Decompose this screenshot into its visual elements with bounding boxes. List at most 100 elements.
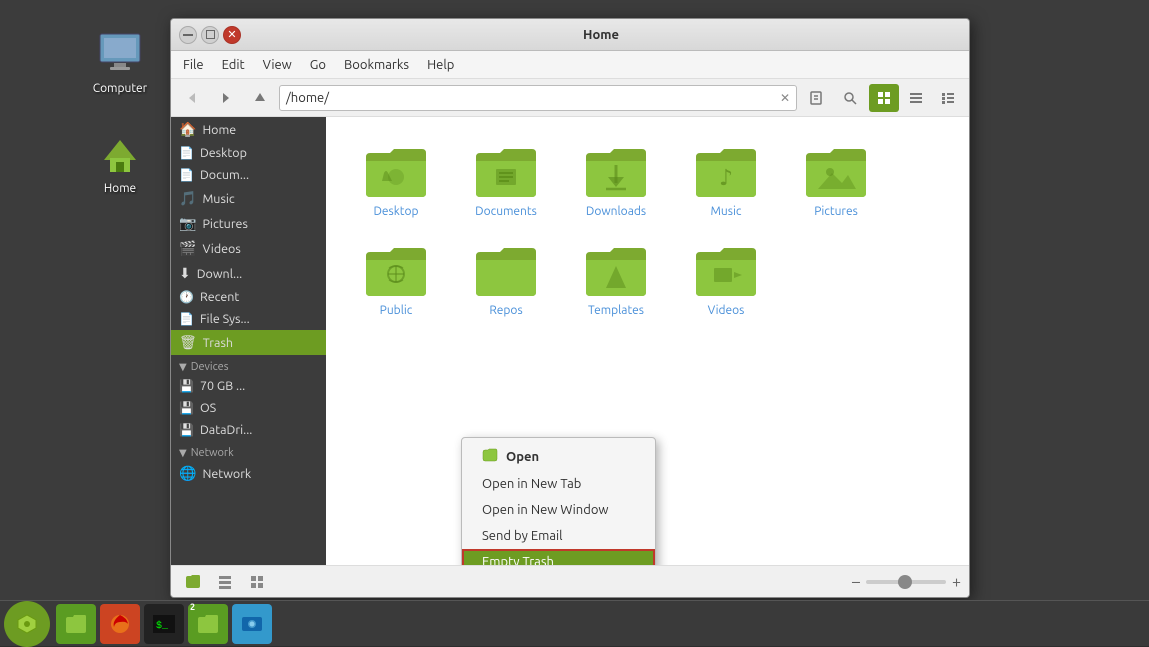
home-icon — [96, 130, 144, 178]
menu-file[interactable]: File — [175, 55, 212, 75]
taskbar-filemanager[interactable] — [56, 604, 96, 644]
menu-edit[interactable]: Edit — [214, 55, 253, 75]
folder-music-label: Music — [711, 205, 742, 218]
ctx-open-window[interactable]: Open in New Window — [462, 497, 655, 523]
taskbar-firefox[interactable] — [100, 604, 140, 644]
ctx-empty-trash-label: Empty Trash — [482, 555, 554, 565]
zoom-track[interactable] — [866, 580, 946, 584]
sidebar-videos-label: Videos — [202, 242, 240, 256]
network-arrow-icon: ▼ — [179, 447, 187, 459]
sidebar-devices-section[interactable]: ▼ Devices — [171, 355, 326, 375]
sidebar-item-desktop[interactable]: 📄 Desktop — [171, 142, 326, 164]
location-text: /home/ — [286, 91, 329, 105]
bookmark-button[interactable] — [801, 84, 831, 112]
ctx-open-label: Open — [506, 450, 539, 464]
pictures-sidebar-icon: 📷 — [179, 215, 196, 232]
back-button[interactable] — [177, 84, 207, 112]
folder-music[interactable]: ♪ Music — [676, 137, 776, 226]
sidebar-network-label: Network — [202, 467, 251, 481]
sidebar-item-documents[interactable]: 📄 Docum... — [171, 164, 326, 186]
up-button[interactable] — [245, 84, 275, 112]
open-folder-icon — [482, 448, 498, 465]
sidebar-documents-label: Docum... — [200, 168, 249, 182]
grid-view-button[interactable] — [869, 84, 899, 112]
restore-button[interactable] — [201, 26, 219, 44]
menu-help[interactable]: Help — [419, 55, 462, 75]
folder-downloads[interactable]: Downloads — [566, 137, 666, 226]
menu-view[interactable]: View — [255, 55, 300, 75]
drive-os-icon: 💾 — [179, 401, 194, 415]
sidebar-desktop-label: Desktop — [200, 146, 247, 160]
zoom-control: – + — [852, 573, 961, 591]
status-folders-button[interactable] — [179, 569, 207, 595]
menu-go[interactable]: Go — [302, 55, 334, 75]
list-view-button[interactable] — [933, 84, 963, 112]
sidebar-item-os[interactable]: 💾 OS — [171, 397, 326, 419]
taskbar-filemanager-2[interactable]: 2 — [188, 604, 228, 644]
desktop-sidebar-icon: 📄 — [179, 146, 194, 160]
desktop-icon-computer[interactable]: Computer — [80, 30, 160, 95]
devices-arrow-icon: ▼ — [179, 361, 187, 373]
forward-button[interactable] — [211, 84, 241, 112]
sidebar-item-network[interactable]: 🌐 Network — [171, 461, 326, 486]
status-list-button[interactable] — [211, 569, 239, 595]
sidebar-item-datadrive[interactable]: 💾 DataDri... — [171, 419, 326, 441]
sidebar-home-label: Home — [202, 123, 236, 137]
svg-text:$_: $_ — [156, 620, 169, 632]
compact-view-button[interactable] — [901, 84, 931, 112]
ctx-open-tab[interactable]: Open in New Tab — [462, 471, 655, 497]
folder-pictures[interactable]: Pictures — [786, 137, 886, 226]
clear-location-button[interactable]: ✕ — [780, 91, 790, 105]
network-section-label: Network — [191, 447, 234, 459]
sidebar-downloads-label: Downl... — [197, 267, 243, 281]
taskbar-screenshot[interactable] — [232, 604, 272, 644]
folder-desktop[interactable]: Desktop — [346, 137, 446, 226]
sidebar-item-filesystem[interactable]: 📄 File Sys... — [171, 308, 326, 330]
folder-documents-label: Documents — [475, 205, 537, 218]
taskbar-terminal[interactable]: $_ — [144, 604, 184, 644]
downloads-sidebar-icon: ⬇ — [179, 265, 191, 282]
sidebar-item-home[interactable]: 🏠 Home — [171, 117, 326, 142]
ctx-open[interactable]: Open — [462, 442, 655, 471]
drive-data-icon: 💾 — [179, 423, 194, 437]
folder-templates[interactable]: Templates — [566, 236, 666, 325]
zoom-minus[interactable]: – — [852, 573, 860, 591]
videos-sidebar-icon: 🎬 — [179, 240, 196, 257]
folder-templates-label: Templates — [588, 304, 644, 317]
folder-videos[interactable]: Videos — [676, 236, 776, 325]
menu-bookmarks[interactable]: Bookmarks — [336, 55, 417, 75]
sidebar-filesystem-label: File Sys... — [200, 312, 250, 326]
sidebar-item-videos[interactable]: 🎬 Videos — [171, 236, 326, 261]
sidebar-item-downloads[interactable]: ⬇ Downl... — [171, 261, 326, 286]
zoom-thumb[interactable] — [898, 575, 912, 589]
ctx-send-email-label: Send by Email — [482, 529, 563, 543]
window-title: Home — [241, 28, 961, 42]
sidebar-item-trash[interactable]: 🗑 Trash — [171, 330, 326, 355]
desktop-icon-home[interactable]: Home — [80, 130, 160, 195]
folder-repos-label: Repos — [489, 304, 522, 317]
folder-public-label: Public — [380, 304, 413, 317]
context-menu: Open Open in New Tab Open in New Window … — [461, 437, 656, 565]
search-button[interactable] — [835, 84, 865, 112]
start-button[interactable] — [4, 601, 50, 647]
sidebar-item-70gb[interactable]: 💾 70 GB ... — [171, 375, 326, 397]
ctx-send-email[interactable]: Send by Email — [462, 523, 655, 549]
close-button[interactable]: ✕ — [223, 26, 241, 44]
taskbar: $_ 2 — [0, 600, 1149, 646]
zoom-plus[interactable]: + — [952, 573, 961, 591]
folder-public[interactable]: Public — [346, 236, 446, 325]
home-sidebar-icon: 🏠 — [179, 121, 196, 138]
ctx-empty-trash[interactable]: Empty Trash — [462, 549, 655, 565]
folder-repos[interactable]: Repos — [456, 236, 556, 325]
sidebar-item-pictures[interactable]: 📷 Pictures — [171, 211, 326, 236]
sidebar-item-recent[interactable]: 🕐 Recent — [171, 286, 326, 308]
sidebar-item-music[interactable]: 🎵 Music — [171, 186, 326, 211]
location-bar[interactable]: /home/ ✕ — [279, 85, 797, 111]
status-extra-button[interactable] — [243, 569, 271, 595]
sidebar: 🏠 Home 📄 Desktop 📄 Docum... 🎵 Music 📷 Pi… — [171, 117, 326, 565]
minimize-button[interactable] — [179, 26, 197, 44]
ctx-open-tab-label: Open in New Tab — [482, 477, 581, 491]
sidebar-network-section[interactable]: ▼ Network — [171, 441, 326, 461]
folder-documents[interactable]: Documents — [456, 137, 556, 226]
folder-downloads-label: Downloads — [586, 205, 646, 218]
